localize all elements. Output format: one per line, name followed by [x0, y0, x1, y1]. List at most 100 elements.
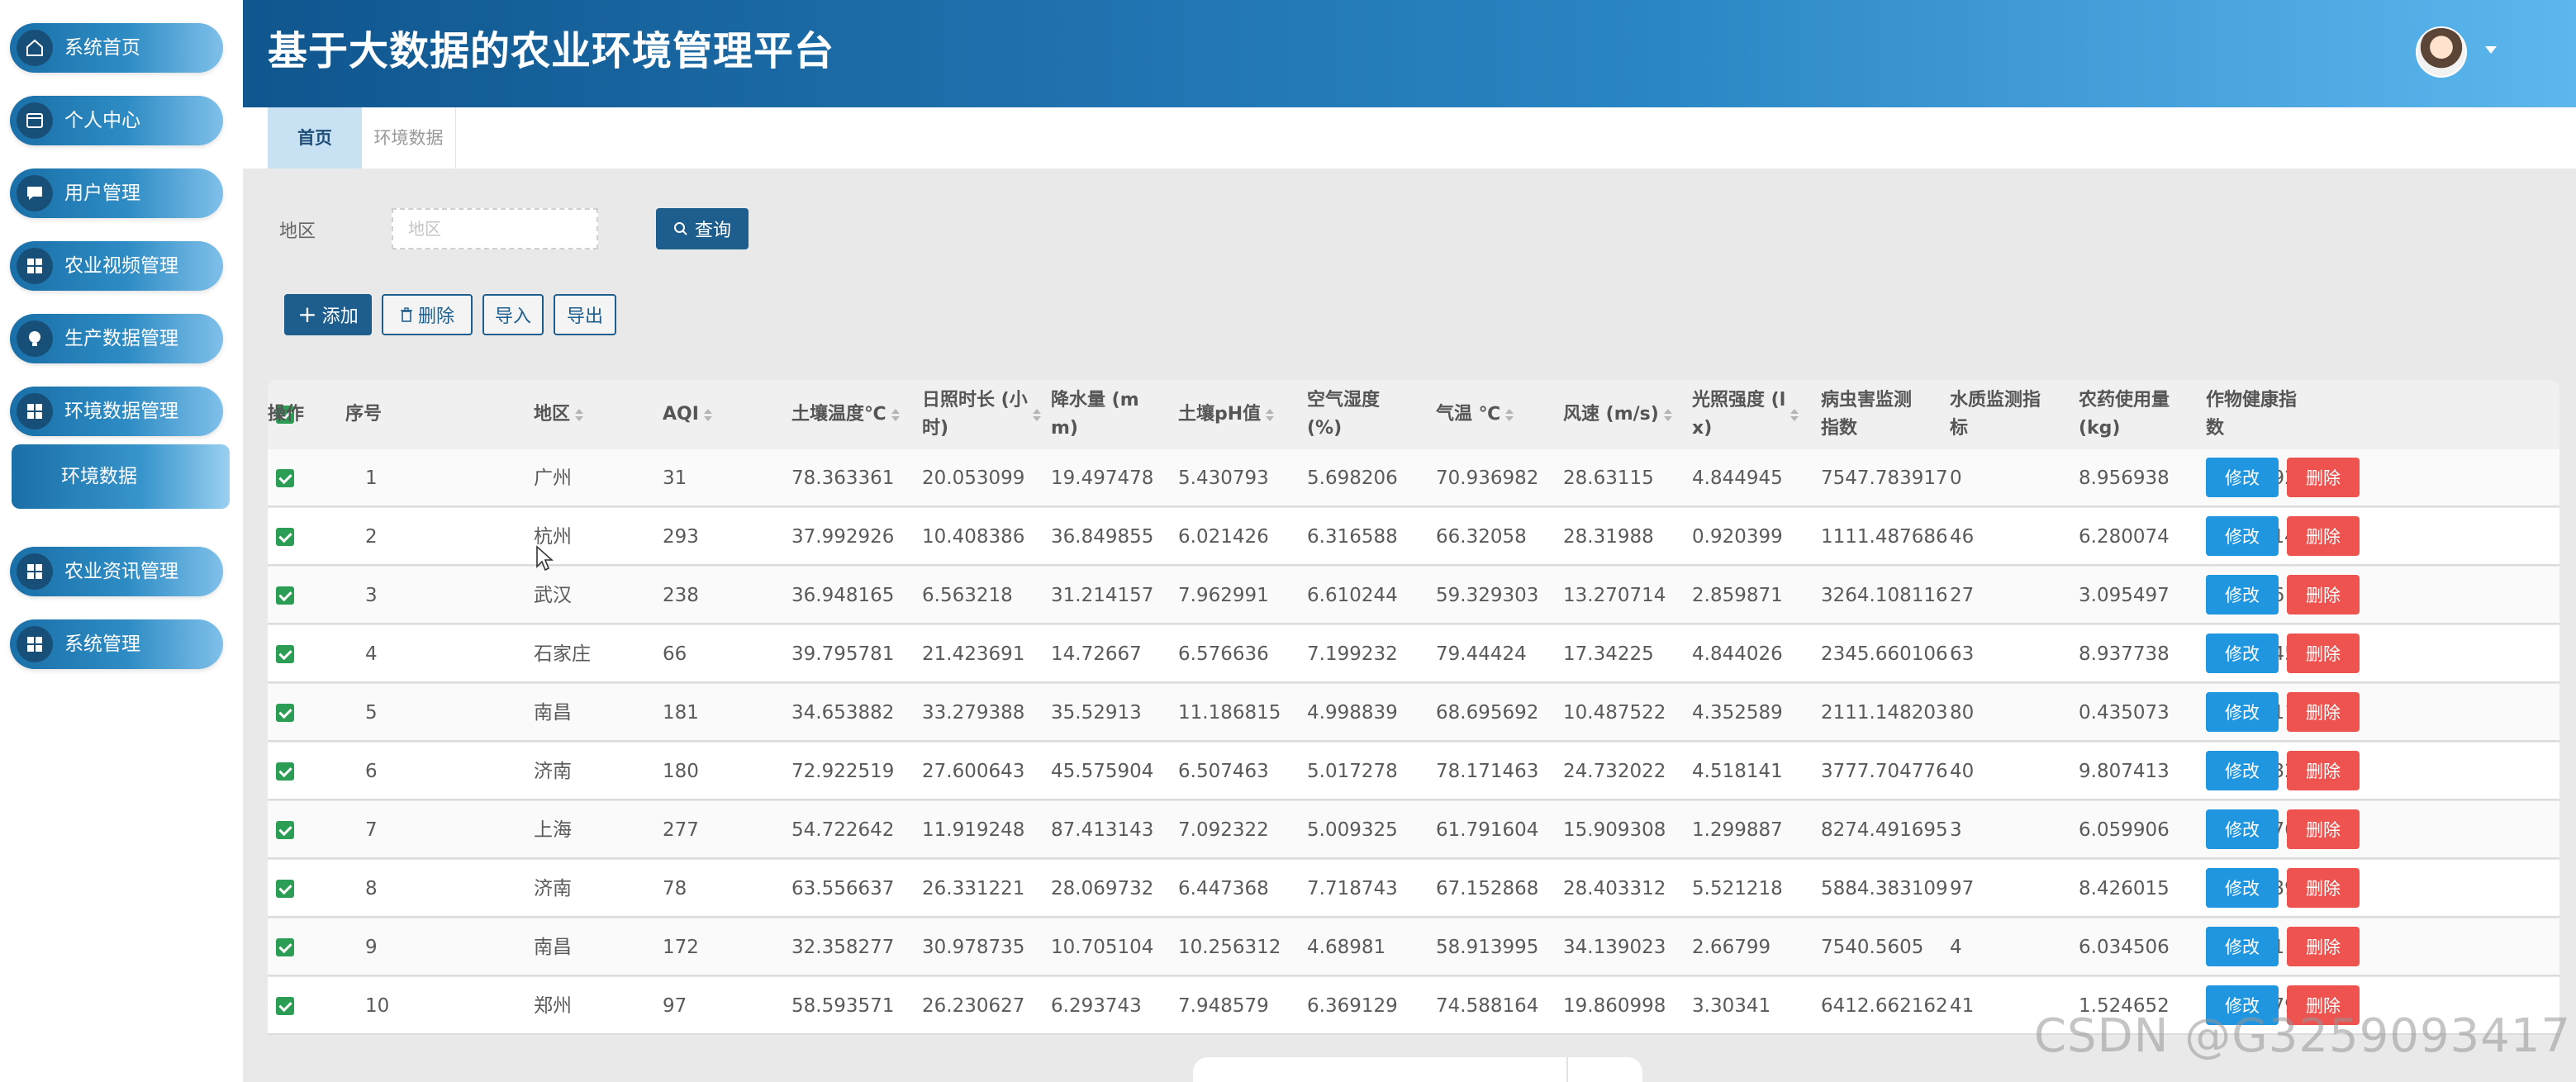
sort-caret-icon[interactable] [1032, 408, 1041, 421]
sort-caret-icon[interactable] [891, 408, 900, 421]
cell-aqi: 78 [663, 878, 687, 899]
delete-button[interactable]: 删除 [2287, 634, 2360, 673]
column-header-text: 空气湿度 [1307, 390, 1381, 410]
edit-button[interactable]: 修改 [2206, 927, 2279, 966]
sidebar-item-home[interactable]: 系统首页 [10, 23, 223, 73]
row-checkbox[interactable] [276, 762, 294, 781]
cell-region: 石家庄 [534, 643, 591, 665]
sort-caret-icon[interactable] [1505, 408, 1514, 421]
cell-precipitation: 10.705104 [1051, 937, 1154, 958]
sidebar-item-agri-video-management[interactable]: 农业视频管理 [10, 241, 223, 291]
sidebar-item-system-management[interactable]: 系统管理 [10, 619, 223, 669]
tab-home[interactable]: 首页 [268, 107, 362, 168]
row-checkbox[interactable] [276, 469, 294, 487]
table-row[interactable]: 8 济南 78 63.556637 26.331221 28.069732 6.447368… [268, 860, 2559, 918]
sidebar-item-environment-data-management[interactable]: 环境数据管理 [10, 387, 223, 436]
row-checkbox[interactable] [276, 586, 294, 605]
delete-button[interactable]: 删除 [2287, 458, 2360, 497]
sidebar-item-user-management[interactable]: 用户管理 [10, 168, 223, 218]
sort-caret-icon[interactable] [703, 408, 712, 421]
edit-button[interactable]: 修改 [2206, 751, 2279, 790]
export-button[interactable]: 导出 [554, 294, 616, 335]
column-header-aqi[interactable]: AQI [663, 380, 712, 449]
user-avatar[interactable] [2416, 26, 2467, 78]
cell-wind-speed: 28.403312 [1563, 878, 1666, 899]
edit-button[interactable]: 修改 [2206, 809, 2279, 849]
sort-caret-icon[interactable] [1663, 408, 1672, 421]
column-header-soil-ph[interactable]: 土壤pH值 [1178, 380, 1275, 449]
row-checkbox[interactable] [276, 938, 294, 956]
column-header-soil-temp[interactable]: 土壤温度℃ [791, 380, 900, 449]
delete-button[interactable]: 删除 [2287, 927, 2360, 966]
sidebar-item-label: 环境数据管理 [64, 401, 178, 422]
column-header-wind-speed[interactable]: 风速 (m/s) [1563, 380, 1672, 449]
column-header-air-temp[interactable]: 气温 ℃ [1436, 380, 1514, 449]
add-button[interactable]: + 添加 [284, 294, 372, 335]
row-checkbox[interactable] [276, 645, 294, 663]
cell-seq: 8 [365, 878, 378, 899]
sidebar-item-production-data-management[interactable]: 生产数据管理 [10, 314, 223, 363]
edit-button[interactable]: 修改 [2206, 692, 2279, 732]
cell-soil-ph: 7.962991 [1178, 585, 1269, 606]
column-header-light-intensity[interactable]: 光照强度 (l x) [1692, 380, 1799, 449]
card-icon [17, 102, 53, 139]
row-checkbox[interactable] [276, 880, 294, 898]
cell-pest-index: 8274.491695 [1821, 819, 1948, 841]
tab-environment-data[interactable]: 环境数据 [362, 107, 456, 168]
sort-caret-icon[interactable] [1266, 408, 1275, 421]
add-button-label: 添加 [321, 306, 359, 327]
column-header-sunshine-hours[interactable]: 日照时长 (小 时) [922, 380, 1041, 449]
column-header-text: 光照强度 (l [1692, 390, 1786, 410]
table-row[interactable]: 9 南昌 172 32.358277 30.978735 10.705104 10.2563… [268, 918, 2559, 976]
sidebar-item-personal-center[interactable]: 个人中心 [10, 96, 223, 145]
column-header-region[interactable]: 地区 [534, 380, 584, 449]
edit-button[interactable]: 修改 [2206, 458, 2279, 497]
cell-air-temp: 79.44424 [1436, 643, 1527, 665]
cell-soil-temp: 36.948165 [791, 585, 895, 606]
sort-caret-icon[interactable] [575, 408, 584, 421]
cell-pest-index: 1111.487686 [1821, 526, 1948, 548]
table-row[interactable]: 3 武汉 238 36.948165 6.563218 31.214157 7.962991… [268, 567, 2559, 624]
cell-precipitation: 19.497478 [1051, 467, 1154, 489]
sort-caret-icon[interactable] [1790, 408, 1799, 421]
table-row[interactable]: 2 杭州 293 37.992926 10.408386 36.849855 6.02142… [268, 508, 2559, 566]
delete-button[interactable]: 删除 [2287, 516, 2360, 556]
chevron-down-icon[interactable] [2485, 46, 2497, 54]
edit-button[interactable]: 修改 [2206, 516, 2279, 556]
app-title: 基于大数据的农业环境管理平台 [268, 28, 835, 74]
edit-button[interactable]: 修改 [2206, 575, 2279, 615]
row-checkbox[interactable] [276, 704, 294, 722]
region-search-input[interactable] [392, 208, 598, 249]
batch-delete-button[interactable]: 删除 [382, 294, 473, 335]
cell-water-quality: 80 [1950, 702, 1975, 724]
column-header-text: 序号 [345, 404, 383, 425]
cell-pest-index: 3264.108116 [1821, 585, 1948, 606]
cell-water-quality: 4 [1950, 937, 1962, 958]
cell-pesticide-usage: 6.059906 [2079, 819, 2170, 841]
delete-button[interactable]: 删除 [2287, 575, 2360, 615]
table-row[interactable]: 6 济南 180 72.922519 27.600643 45.575904 6.50746… [268, 743, 2559, 800]
row-checkbox[interactable] [276, 821, 294, 839]
row-checkbox[interactable] [276, 997, 294, 1015]
delete-button[interactable]: 删除 [2287, 692, 2360, 732]
cell-air-temp: 66.32058 [1436, 526, 1527, 548]
delete-button[interactable]: 删除 [2287, 868, 2360, 908]
sidebar-subitem-environment-data[interactable]: 环境数据 [12, 444, 230, 509]
import-button[interactable]: 导入 [482, 294, 544, 335]
table-row[interactable]: 5 南昌 181 34.653882 33.279388 35.52913 11.18681… [268, 684, 2559, 742]
edit-button[interactable]: 修改 [2206, 868, 2279, 908]
cell-aqi: 66 [663, 643, 687, 665]
delete-button[interactable]: 删除 [2287, 809, 2360, 849]
delete-button[interactable]: 删除 [2287, 751, 2360, 790]
cell-precipitation: 31.214157 [1051, 585, 1154, 606]
cell-sunshine-hours: 30.978735 [922, 937, 1025, 958]
query-button[interactable]: 查询 [656, 208, 749, 249]
table-row[interactable]: 4 石家庄 66 39.795781 21.423691 14.72667 6.576636… [268, 625, 2559, 683]
edit-button[interactable]: 修改 [2206, 634, 2279, 673]
cell-seq: 10 [365, 995, 390, 1017]
sidebar-item-agri-news-management[interactable]: 农业资讯管理 [10, 547, 223, 596]
cell-soil-temp: 32.358277 [791, 937, 895, 958]
row-checkbox[interactable] [276, 528, 294, 546]
table-row[interactable]: 1 广州 31 78.363361 20.053099 19.497478 5.430793… [268, 449, 2559, 507]
table-row[interactable]: 7 上海 277 54.722642 11.919248 87.413143 7.09232… [268, 801, 2559, 859]
